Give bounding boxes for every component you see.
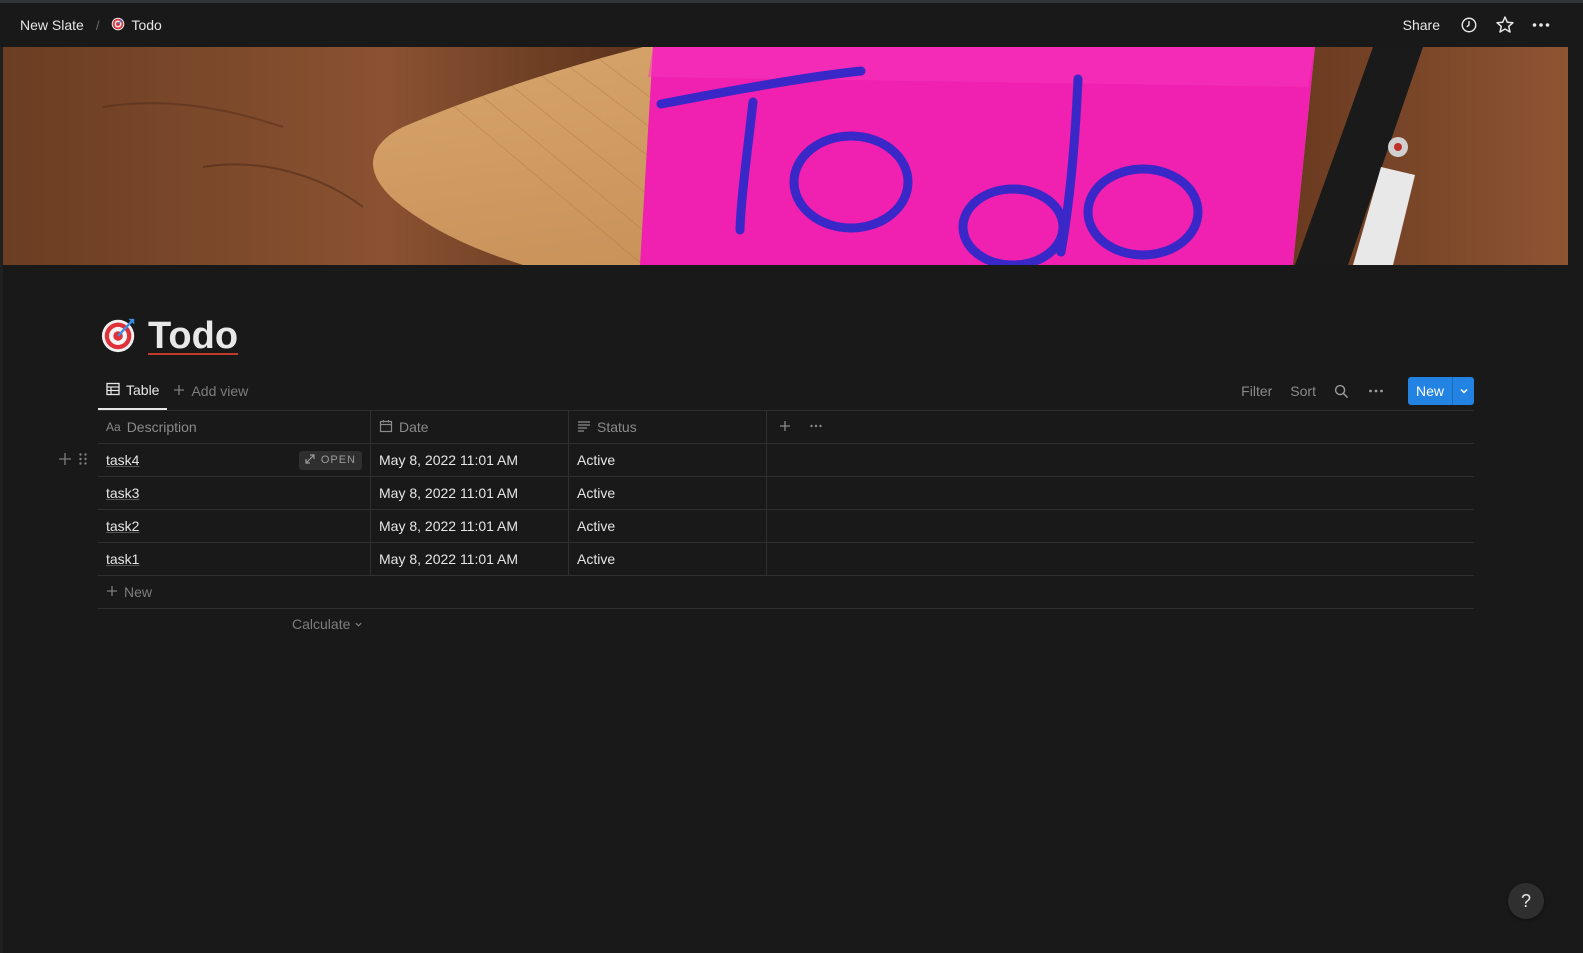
star-icon[interactable] [1490, 10, 1520, 40]
column-label: Status [597, 419, 637, 435]
share-button[interactable]: Share [1395, 13, 1448, 37]
drag-handle-icon[interactable] [78, 452, 88, 469]
add-view-label: Add view [191, 383, 249, 399]
plus-icon [106, 584, 118, 600]
target-icon[interactable] [100, 316, 138, 357]
lines-icon [577, 419, 591, 436]
cell-empty [767, 543, 1474, 575]
calculate-row: Calculate [98, 609, 1474, 639]
cell-empty [767, 444, 1474, 476]
cell-text: task1 [106, 551, 140, 567]
page-title: Todo [100, 308, 238, 364]
column-header-actions [767, 411, 1474, 443]
cell-date[interactable]: May 8, 2022 11:01 AM [371, 510, 569, 542]
breadcrumb-item-todo[interactable]: Todo [103, 15, 169, 36]
new-button-group: New [1407, 377, 1474, 405]
cell-status[interactable]: Active [569, 444, 767, 476]
open-label: OPEN [320, 454, 356, 466]
view-actions: Filter Sort New [1235, 377, 1474, 405]
table-row[interactable]: task2 May 8, 2022 11:01 AM Active [98, 510, 1474, 543]
cell-date[interactable]: May 8, 2022 11:01 AM [371, 444, 569, 476]
help-button[interactable]: ? [1508, 883, 1544, 919]
text-aa-icon: Aa [106, 420, 121, 434]
table-row[interactable]: task3 May 8, 2022 11:01 AM Active [98, 477, 1474, 510]
search-icon[interactable] [1328, 377, 1356, 405]
plus-icon [173, 383, 185, 399]
cell-description[interactable]: task4 OPEN [98, 444, 371, 476]
table-header: Aa Description Date Status [98, 411, 1474, 444]
cell-date[interactable]: May 8, 2022 11:01 AM [371, 543, 569, 575]
more-icon[interactable] [1362, 377, 1390, 405]
view-tabs: Table Add view [98, 372, 254, 410]
chevron-down-icon [354, 616, 363, 632]
chevron-down-icon[interactable] [1452, 377, 1474, 405]
target-icon [111, 17, 125, 34]
cell-status[interactable]: Active [569, 510, 767, 542]
topbar-actions: Share [1395, 10, 1556, 40]
cover-image[interactable] [3, 47, 1568, 265]
calendar-icon [379, 419, 393, 436]
cell-status[interactable]: Active [569, 477, 767, 509]
cell-text: task3 [106, 485, 140, 501]
tab-table[interactable]: Table [98, 372, 168, 410]
breadcrumb: New Slate / Todo [12, 15, 170, 36]
breadcrumb-label: New Slate [20, 17, 84, 33]
calculate-button[interactable]: Calculate [292, 616, 363, 632]
breadcrumb-item-new-slate[interactable]: New Slate [12, 15, 92, 35]
add-row-button[interactable]: New [98, 576, 1474, 609]
breadcrumb-label: Todo [131, 17, 162, 33]
column-label: Description [126, 419, 197, 435]
cell-status[interactable]: Active [569, 543, 767, 575]
cell-empty [767, 477, 1474, 509]
column-label: Date [399, 419, 429, 435]
column-header-date[interactable]: Date [371, 411, 569, 443]
clock-icon[interactable] [1454, 10, 1484, 40]
row-handles [58, 444, 88, 477]
plus-icon[interactable] [58, 452, 72, 469]
cell-description[interactable]: task1 [98, 543, 371, 575]
column-header-status[interactable]: Status [569, 411, 767, 443]
cell-date[interactable]: May 8, 2022 11:01 AM [371, 477, 569, 509]
cell-empty [767, 510, 1474, 542]
new-row-label: New [124, 584, 153, 600]
cell-description[interactable]: task2 [98, 510, 371, 542]
database-table: Aa Description Date Status task4 OPEN Ma… [59, 410, 1474, 639]
table-icon [106, 382, 120, 399]
cell-description[interactable]: task3 [98, 477, 371, 509]
topbar: New Slate / Todo Share [0, 3, 1568, 47]
open-button[interactable]: OPEN [298, 450, 362, 470]
breadcrumb-separator: / [95, 17, 100, 33]
tab-label: Table [126, 382, 160, 398]
new-button[interactable]: New [1407, 377, 1452, 405]
cell-text: task2 [106, 518, 140, 534]
cell-text: task4 [106, 452, 140, 468]
add-column-plus-icon[interactable] [779, 419, 791, 435]
cover-illustration [3, 47, 1568, 265]
page-title-text[interactable]: Todo [148, 315, 238, 358]
calculate-label: Calculate [292, 616, 351, 632]
view-bar: Table Add view Filter Sort New [98, 372, 1474, 410]
table-row[interactable]: task4 OPEN May 8, 2022 11:01 AM Active [59, 444, 1474, 477]
sort-button[interactable]: Sort [1284, 379, 1322, 403]
expand-icon [305, 453, 315, 467]
add-view-button[interactable]: Add view [167, 372, 254, 410]
more-icon[interactable] [1526, 10, 1556, 40]
filter-button[interactable]: Filter [1235, 379, 1278, 403]
table-row[interactable]: task1 May 8, 2022 11:01 AM Active [98, 543, 1474, 576]
more-icon[interactable] [809, 419, 823, 436]
column-header-description[interactable]: Aa Description [98, 411, 371, 443]
